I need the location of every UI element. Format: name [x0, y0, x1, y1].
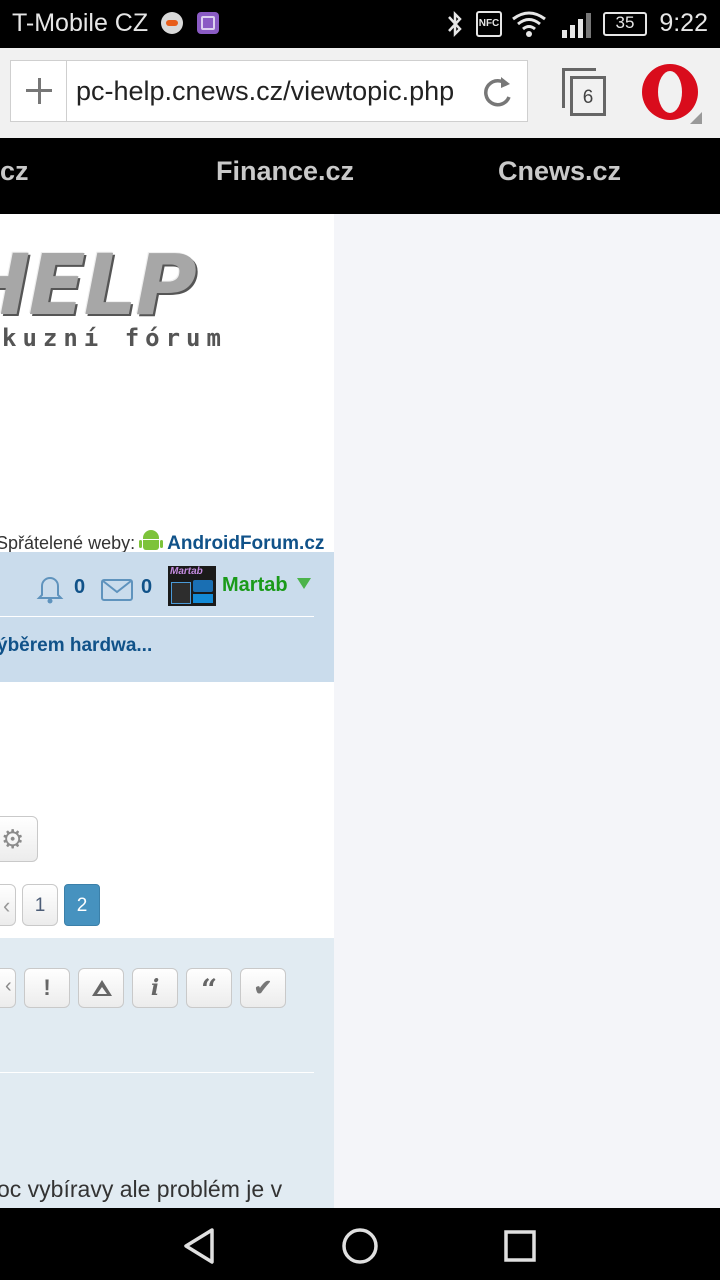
androidforum-link[interactable]: AndroidForum.cz — [167, 533, 324, 554]
dropdown-triangle-icon — [297, 578, 312, 589]
gear-icon: ⚙ — [1, 824, 25, 854]
forum-page: HELP kuzní fórum Spřátelené weby: Androi… — [0, 214, 334, 1208]
avatar-text: Martab — [170, 566, 203, 577]
nav-item-finance[interactable]: Finance.cz — [216, 156, 354, 187]
navbar-divider — [0, 616, 314, 617]
chevron-left-icon: ‹ — [3, 893, 11, 918]
username: Martab — [222, 574, 288, 596]
battery-level: 35 — [615, 13, 635, 32]
clock: 9:22 — [659, 9, 708, 37]
notification-icon — [161, 12, 183, 34]
info-button[interactable]: i — [132, 968, 178, 1008]
nav-item-cz[interactable]: cz — [0, 156, 29, 187]
username-menu[interactable]: Martab — [222, 574, 312, 597]
post: ‹ ! i “ ✔ oc vybíravy ale problém je v — [0, 938, 334, 1208]
post-button-partial[interactable]: ‹ — [0, 968, 16, 1008]
message-count[interactable]: 0 — [141, 576, 152, 599]
page-2-button[interactable]: 2 — [64, 884, 100, 926]
wifi-icon — [512, 11, 546, 37]
navbar: 0 0 Martab Martab ýběrem hardwa... — [0, 552, 334, 682]
site-logo[interactable]: HELP kuzní fórum — [0, 236, 334, 352]
tab-count: 6 — [582, 87, 594, 108]
bell-icon[interactable] — [36, 574, 64, 604]
checkmark-icon: ✔ — [253, 975, 273, 1000]
battery-icon: 35 — [603, 12, 647, 36]
browser-toolbar: pc-help.cnews.cz/viewtopic.php 6 — [0, 48, 720, 139]
logo-text: HELP — [0, 236, 197, 334]
reload-icon[interactable] — [477, 73, 517, 111]
quote-icon: “ — [200, 973, 218, 1006]
address-bar[interactable]: pc-help.cnews.cz/viewtopic.php — [10, 60, 528, 122]
home-icon[interactable] — [340, 1226, 380, 1266]
previous-page-button[interactable]: ‹ — [0, 884, 16, 926]
post-text: oc vybíravy ale problém je v — [0, 1176, 283, 1202]
logo-subtitle: kuzní fórum — [2, 324, 227, 352]
chevron-left-icon: ‹ — [5, 975, 12, 997]
opera-menu-icon[interactable] — [642, 64, 702, 124]
recent-apps-icon[interactable] — [500, 1226, 540, 1266]
exclamation-icon: ! — [43, 975, 51, 1000]
avatar[interactable]: Martab — [168, 566, 216, 606]
friend-sites-label: Spřátelené weby: — [0, 533, 136, 553]
back-icon[interactable] — [180, 1226, 220, 1266]
tabs-icon[interactable]: 6 — [562, 68, 608, 118]
site-nav: cz Finance.cz Cnews.cz — [0, 138, 720, 214]
new-tab-plus-icon[interactable] — [11, 61, 67, 121]
status-bar: T-Mobile CZ NFC 35 9:22 — [0, 0, 720, 48]
signal-icon — [562, 13, 591, 38]
envelope-icon[interactable] — [101, 578, 133, 602]
android-icon — [139, 530, 164, 552]
gallery-icon — [197, 12, 219, 34]
bluetooth-icon — [448, 10, 462, 38]
nav-item-cnews[interactable]: Cnews.cz — [498, 156, 621, 187]
nfc-icon: NFC — [476, 11, 502, 37]
topic-tools-button[interactable]: ⚙ — [0, 816, 38, 862]
carrier-name: T-Mobile CZ — [12, 9, 149, 37]
system-nav-bar — [0, 1208, 720, 1280]
accept-button[interactable]: ✔ — [240, 968, 286, 1008]
page-1-button[interactable]: 1 — [22, 884, 58, 926]
post-divider — [0, 1072, 314, 1073]
info-icon: i — [150, 975, 160, 1001]
notification-count[interactable]: 0 — [74, 576, 85, 599]
breadcrumb-topic[interactable]: ýběrem hardwa... — [0, 635, 152, 657]
url-text[interactable]: pc-help.cnews.cz/viewtopic.php — [76, 76, 476, 108]
warn-button[interactable] — [78, 968, 124, 1008]
page-2-label: 2 — [76, 895, 88, 916]
report-button[interactable]: ! — [24, 968, 70, 1008]
page-1-label: 1 — [34, 895, 46, 916]
quote-button[interactable]: “ — [186, 968, 232, 1008]
